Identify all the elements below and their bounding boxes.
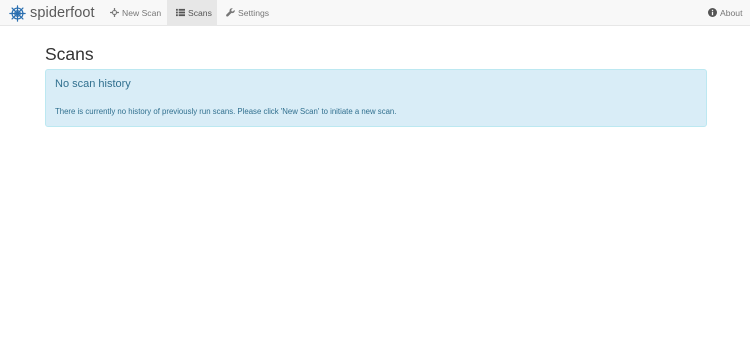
page-title: Scans: [45, 44, 94, 64]
nav-about-label: About: [720, 7, 743, 18]
nav-settings[interactable]: Settings: [217, 0, 278, 25]
nav-new-scan[interactable]: New Scan: [101, 0, 170, 25]
brand-name: spiderfoot: [30, 5, 95, 21]
nav-new-scan-label: New Scan: [122, 7, 162, 18]
top-navbar: spiderfoot New Scan Scans Settings About: [0, 0, 750, 26]
list-icon: [176, 8, 185, 17]
nav-scans[interactable]: Scans: [167, 0, 217, 25]
alert-body: There is currently no history of previou…: [55, 107, 397, 116]
info-icon: [708, 8, 717, 17]
alert-heading: No scan history: [55, 78, 131, 90]
brand-link[interactable]: spiderfoot: [9, 4, 95, 22]
nav-scans-label: Scans: [188, 7, 212, 18]
wrench-icon: [226, 8, 235, 17]
spider-web-icon: [9, 4, 26, 22]
nav-about[interactable]: About: [704, 0, 746, 25]
nav-settings-label: Settings: [238, 7, 270, 18]
crosshair-icon: [110, 8, 119, 17]
no-scan-history-alert: No scan history There is currently no hi…: [45, 69, 707, 127]
